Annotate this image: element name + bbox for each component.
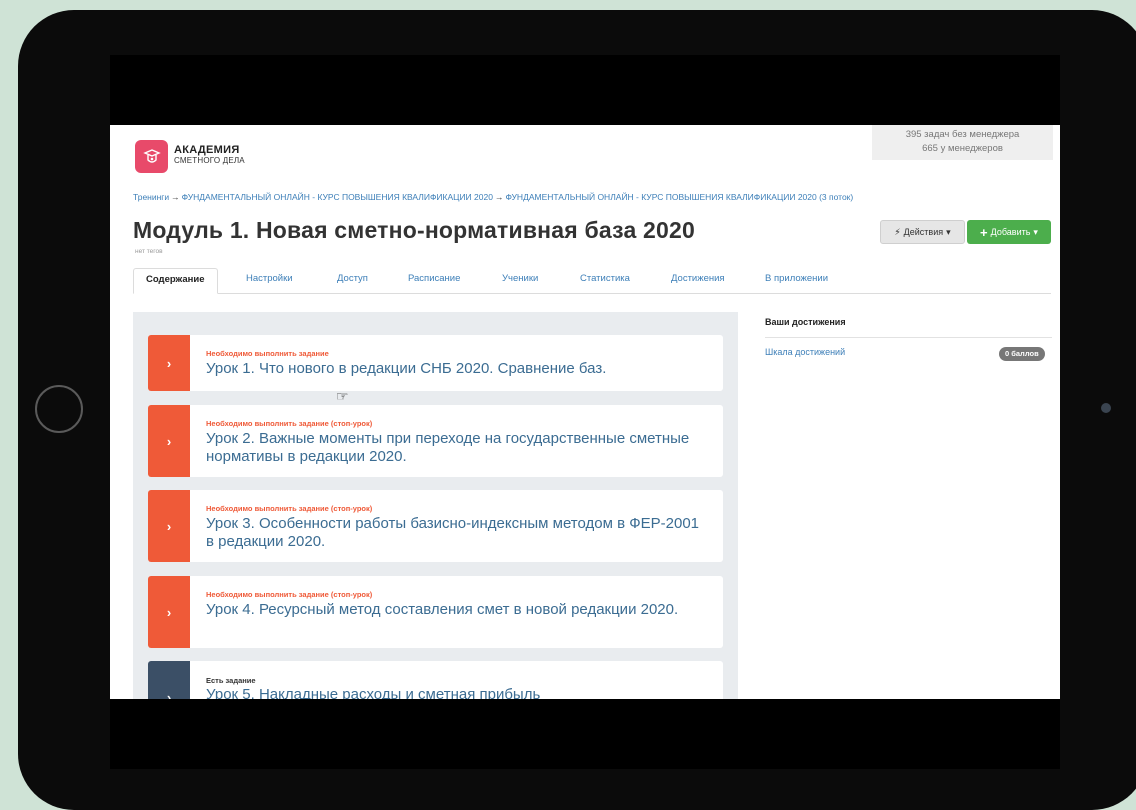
actions-dropdown-button[interactable]: ⚡︎ Действия ▾ <box>880 220 965 244</box>
breadcrumb-item-trainings[interactable]: Тренинги <box>133 192 169 202</box>
tab-bar: Содержание Настройки Доступ Расписание У… <box>133 268 1051 294</box>
lesson-item[interactable]: › Необходимо выполнить задание Урок 1. Ч… <box>148 335 723 391</box>
chevron-right-icon[interactable]: › <box>148 335 190 391</box>
tab-statistics[interactable]: Статистика <box>568 268 642 293</box>
tab-access[interactable]: Доступ <box>325 268 380 293</box>
tab-settings[interactable]: Настройки <box>234 268 305 293</box>
breadcrumb-separator: → <box>171 192 180 202</box>
page-title: Модуль 1. Новая сметно-нормативная база … <box>133 217 696 243</box>
chevron-right-icon[interactable]: › <box>148 405 190 477</box>
achievements-scale-link[interactable]: Шкала достижений <box>765 347 845 357</box>
lesson-title[interactable]: Урок 4. Ресурсный метод составления смет… <box>206 601 706 619</box>
achievements-heading: Ваши достижения <box>765 317 1052 338</box>
lesson-title[interactable]: Урок 3. Особенности работы базисно-индек… <box>206 515 706 551</box>
plus-icon: + <box>980 224 988 240</box>
points-badge: 0 баллов <box>999 347 1045 361</box>
lesson-status: Необходимо выполнить задание (стоп-урок) <box>206 590 373 599</box>
tab-schedule[interactable]: Расписание <box>396 268 472 293</box>
logo-icon[interactable] <box>135 140 168 173</box>
web-page: АКАДЕМИЯ СМЕТНОГО ДЕЛА 395 задач без мен… <box>110 125 1060 699</box>
tasks-with-manager[interactable]: 665 у менеджеров <box>872 142 1053 156</box>
lesson-item[interactable]: › Необходимо выполнить задание (стоп-уро… <box>148 576 723 648</box>
add-label: Добавить <box>990 227 1031 237</box>
caret-down-icon: ▾ <box>1033 226 1038 237</box>
lesson-item[interactable]: › Необходимо выполнить задание (стоп-уро… <box>148 405 723 477</box>
lesson-title[interactable]: Урок 2. Важные моменты при переходе на г… <box>206 430 706 466</box>
chevron-right-icon[interactable]: › <box>148 661 190 699</box>
lesson-item[interactable]: › Есть задание Урок 5. Накладные расходы… <box>148 661 723 699</box>
lesson-status: Необходимо выполнить задание <box>206 349 329 358</box>
lesson-status: Необходимо выполнить задание (стоп-урок) <box>206 419 373 428</box>
breadcrumb-item-stream[interactable]: ФУНДАМЕНТАЛЬНЫЙ ОНЛАЙН - КУРС ПОВЫШЕНИЯ … <box>505 192 853 202</box>
lesson-title[interactable]: Урок 5. Накладные расходы и сметная приб… <box>206 686 706 699</box>
tab-achievements[interactable]: Достижения <box>659 268 737 293</box>
lesson-item[interactable]: › Необходимо выполнить задание (стоп-уро… <box>148 490 723 562</box>
caret-down-icon: ▾ <box>946 226 951 237</box>
actions-label: Действия <box>903 227 944 237</box>
lesson-status: Есть задание <box>206 676 256 685</box>
manager-stats: 395 задач без менеджера 665 у менеджеров <box>872 125 1053 160</box>
logo-subtitle: СМЕТНОГО ДЕЛА <box>174 155 245 165</box>
tags-subtitle: нет тегов <box>135 248 163 255</box>
tab-content[interactable]: Содержание <box>133 268 218 294</box>
chevron-right-icon[interactable]: › <box>148 490 190 562</box>
tab-in-app[interactable]: В приложении <box>753 268 840 293</box>
home-button[interactable] <box>35 385 83 433</box>
hand-pointer-icon: ☞ <box>336 388 349 404</box>
breadcrumb-item-course[interactable]: ФУНДАМЕНТАЛЬНЫЙ ОНЛАЙН - КУРС ПОВЫШЕНИЯ … <box>182 192 493 202</box>
camera-icon <box>1101 403 1111 413</box>
tasks-without-manager[interactable]: 395 задач без менеджера <box>872 128 1053 142</box>
breadcrumb-separator: → <box>494 192 504 202</box>
lesson-status: Необходимо выполнить задание (стоп-урок) <box>206 504 373 513</box>
breadcrumb: Тренинги → ФУНДАМЕНТАЛЬНЫЙ ОНЛАЙН - КУРС П… <box>133 192 853 202</box>
logo[interactable]: АКАДЕМИЯ СМЕТНОГО ДЕЛА <box>174 144 245 165</box>
bolt-icon: ⚡︎ <box>894 226 901 237</box>
lesson-title[interactable]: Урок 1. Что нового в редакции СНБ 2020. … <box>206 360 706 378</box>
logo-title: АКАДЕМИЯ <box>174 144 240 156</box>
chevron-right-icon[interactable]: › <box>148 576 190 648</box>
tab-students[interactable]: Ученики <box>490 268 550 293</box>
lessons-list: › Необходимо выполнить задание Урок 1. Ч… <box>133 312 738 699</box>
add-dropdown-button[interactable]: + Добавить ▾ <box>967 220 1051 244</box>
tablet-screen: АКАДЕМИЯ СМЕТНОГО ДЕЛА 395 задач без мен… <box>110 55 1060 769</box>
